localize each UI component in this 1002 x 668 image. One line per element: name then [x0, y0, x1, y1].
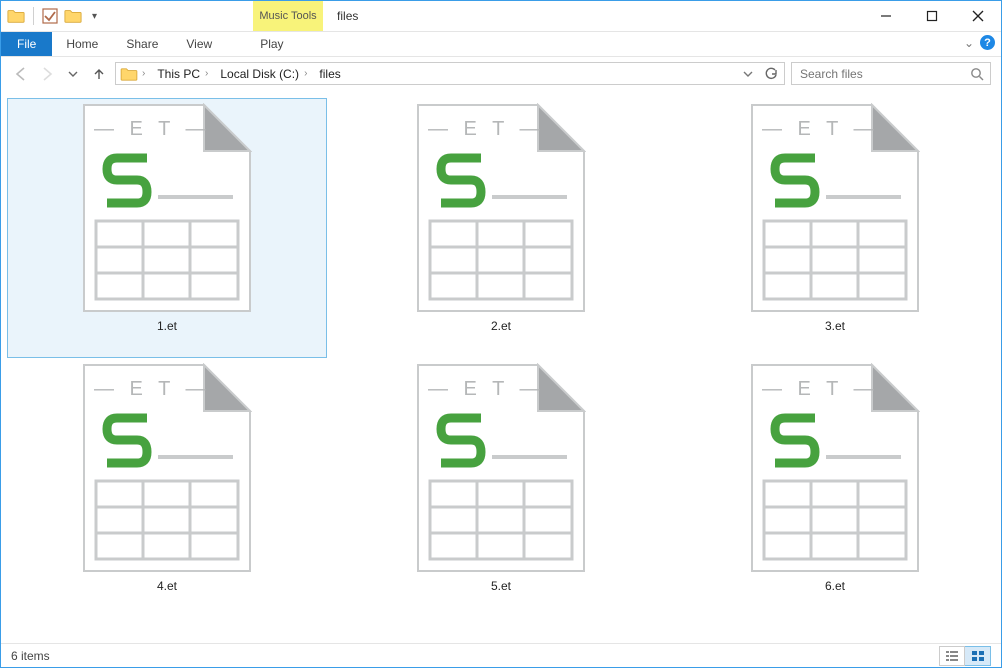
refresh-icon[interactable]: [764, 67, 778, 81]
file-name-label: 5.et: [491, 579, 511, 593]
breadcrumb-label: Local Disk (C:): [220, 67, 299, 81]
nav-up-button[interactable]: [89, 64, 109, 84]
chevron-right-icon: ›: [304, 68, 307, 79]
address-dropdown-icon[interactable]: [742, 68, 754, 80]
file-item[interactable]: 1.et: [7, 98, 327, 358]
file-name-label: 6.et: [825, 579, 845, 593]
details-view-icon: [945, 650, 959, 662]
et-file-icon: [750, 363, 920, 573]
file-name-label: 3.et: [825, 319, 845, 333]
view-mode-toggles: [939, 646, 991, 666]
breadcrumb-bar[interactable]: › This PC › Local Disk (C:) › files: [115, 62, 785, 85]
folder-icon: [120, 67, 140, 81]
large-icons-view-icon: [971, 650, 985, 662]
quick-access-toolbar: ▾: [1, 1, 101, 31]
arrow-up-icon: [91, 66, 107, 82]
arrow-right-icon: [39, 66, 55, 82]
file-name-label: 1.et: [157, 319, 177, 333]
nav-forward-button[interactable]: [37, 64, 57, 84]
chevron-right-icon[interactable]: ›: [142, 68, 145, 79]
tab-share[interactable]: Share: [112, 32, 172, 56]
breadcrumb-segment[interactable]: files: [313, 67, 346, 81]
file-name-label: 4.et: [157, 579, 177, 593]
separator: [33, 7, 34, 25]
breadcrumb-segment[interactable]: This PC ›: [151, 67, 214, 81]
folder-icon: [7, 8, 25, 24]
new-folder-icon[interactable]: [64, 8, 82, 24]
qat-dropdown-icon[interactable]: ▾: [88, 11, 101, 22]
tab-file[interactable]: File: [1, 32, 52, 56]
search-input[interactable]: [798, 66, 958, 82]
et-file-icon: [750, 103, 920, 313]
file-name-label: 2.et: [491, 319, 511, 333]
breadcrumb-segment[interactable]: Local Disk (C:) ›: [214, 67, 313, 81]
et-file-icon: [82, 103, 252, 313]
status-bar: 6 items: [1, 643, 1001, 667]
maximize-button[interactable]: [909, 1, 955, 31]
title-bar: ▾ Music Tools files: [1, 1, 1001, 32]
window-title: files: [323, 1, 358, 31]
window-controls: [863, 1, 1001, 31]
item-count-label: 6 items: [11, 649, 50, 663]
tab-home[interactable]: Home: [52, 32, 112, 56]
nav-recent-dropdown[interactable]: [63, 64, 83, 84]
file-item[interactable]: 4.et: [7, 358, 327, 618]
tab-view[interactable]: View: [172, 32, 226, 56]
tab-play[interactable]: Play: [246, 32, 297, 56]
chevron-down-icon: [67, 68, 79, 80]
maximize-icon: [926, 10, 938, 22]
address-bar-row: › This PC › Local Disk (C:) › files: [1, 57, 1001, 90]
file-item[interactable]: 5.et: [341, 358, 661, 618]
minimize-icon: [880, 10, 892, 22]
ribbon-expand-icon[interactable]: ⌄: [964, 36, 974, 50]
chevron-right-icon: ›: [205, 68, 208, 79]
close-button[interactable]: [955, 1, 1001, 31]
nav-back-button[interactable]: [11, 64, 31, 84]
file-item[interactable]: 2.et: [341, 98, 661, 358]
file-item[interactable]: 6.et: [675, 358, 995, 618]
et-file-icon: [416, 363, 586, 573]
et-file-icon: [82, 363, 252, 573]
search-icon[interactable]: [970, 67, 984, 81]
file-grid[interactable]: 1.et 2.et 3.et 4.et 5.et 6.et: [1, 90, 1001, 643]
breadcrumb-label: This PC: [157, 67, 200, 81]
ribbon-tabs: File Home Share View Play ⌄ ?: [1, 32, 1001, 57]
ribbon-contextual-label: Music Tools: [253, 1, 323, 31]
large-icons-view-button[interactable]: [965, 646, 991, 666]
search-box[interactable]: [791, 62, 991, 85]
close-icon: [972, 10, 984, 22]
minimize-button[interactable]: [863, 1, 909, 31]
help-icon[interactable]: ?: [980, 35, 995, 50]
properties-icon[interactable]: [42, 8, 58, 24]
details-view-button[interactable]: [939, 646, 965, 666]
breadcrumb-label: files: [319, 67, 340, 81]
file-item[interactable]: 3.et: [675, 98, 995, 358]
arrow-left-icon: [13, 66, 29, 82]
et-file-icon: [416, 103, 586, 313]
